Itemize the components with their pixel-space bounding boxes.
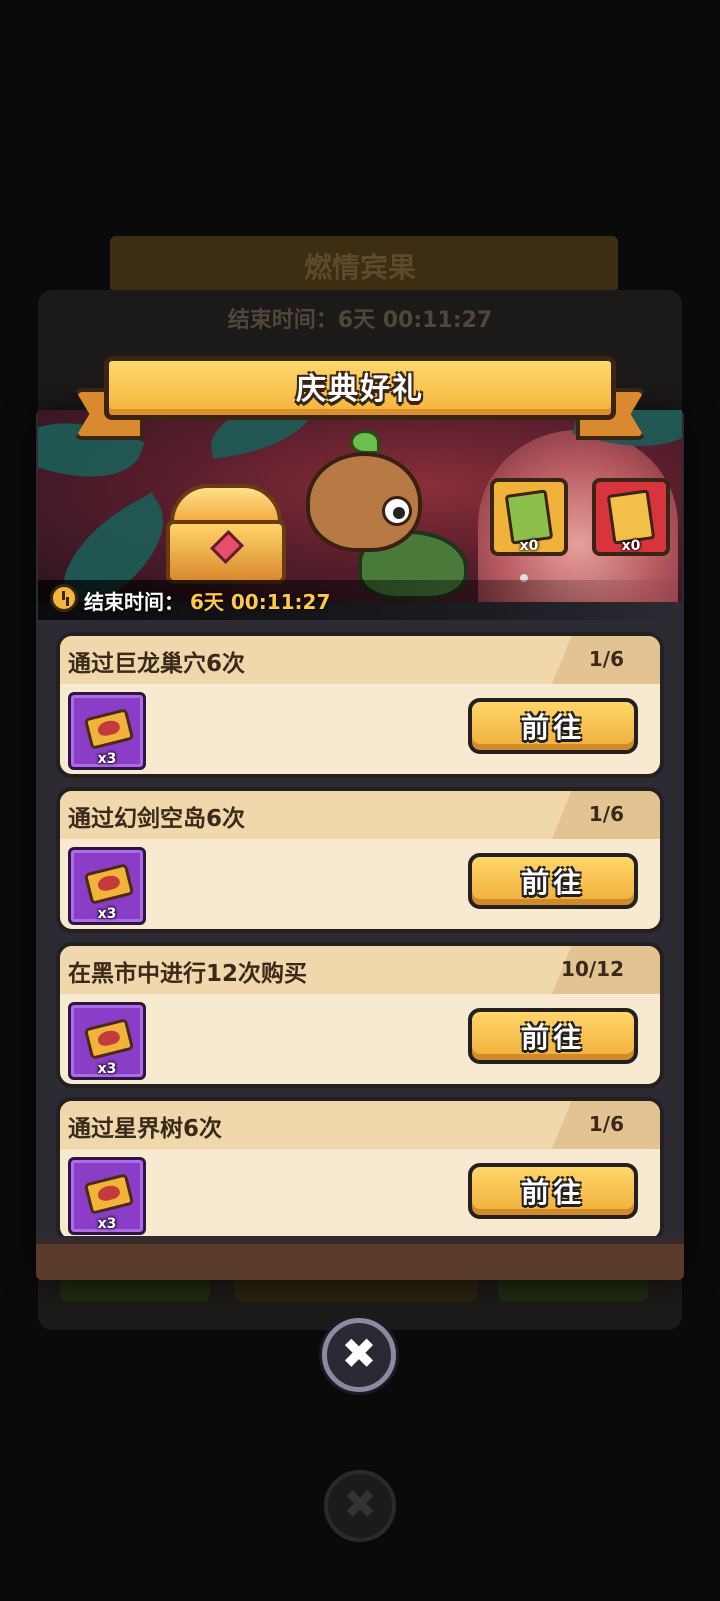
background-title: 燃情宾果 bbox=[303, 251, 416, 284]
stopwatch-icon bbox=[50, 584, 78, 612]
reward-count: x3 bbox=[97, 1216, 117, 1232]
close-icon: ✖ bbox=[341, 1329, 377, 1378]
capybara-mascot bbox=[298, 430, 468, 602]
close-button[interactable]: ✖ bbox=[322, 1318, 396, 1392]
reward-count: x3 bbox=[97, 751, 117, 767]
reward-count: x3 bbox=[97, 1061, 117, 1077]
reward-ticket-icon[interactable]: x3 bbox=[68, 1002, 146, 1080]
go-button[interactable]: 前往 bbox=[468, 853, 638, 909]
task-title: 通过星界树6次 bbox=[68, 1116, 223, 1142]
task-card: 通过星界树6次 1/6 x3 前往 bbox=[56, 1097, 664, 1236]
go-button[interactable]: 前往 bbox=[468, 1163, 638, 1219]
task-title: 在黑市中进行12次购买 bbox=[68, 961, 308, 987]
green-ticket-count: x0 bbox=[519, 538, 539, 554]
gold-ticket-icon[interactable]: x0 bbox=[592, 478, 670, 556]
timer-value: 6天 00:11:27 bbox=[190, 590, 331, 614]
background-timer: 结束时间：6天 00:11:27 bbox=[227, 308, 493, 333]
go-button[interactable]: 前往 bbox=[468, 698, 638, 754]
green-ticket-icon[interactable]: x0 bbox=[490, 478, 568, 556]
task-card: 通过巨龙巢穴6次 1/6 x3 前往 bbox=[56, 632, 664, 778]
task-progress: 1/6 bbox=[588, 647, 624, 671]
treasure-chest-icon bbox=[156, 480, 296, 590]
go-button[interactable]: 前往 bbox=[468, 1008, 638, 1064]
dialog-footer bbox=[36, 1238, 684, 1280]
task-progress: 1/6 bbox=[588, 1112, 624, 1136]
task-card: 在黑市中进行12次购买 10/12 x3 前往 bbox=[56, 942, 664, 1088]
task-progress: 1/6 bbox=[588, 802, 624, 826]
gold-ticket-count: x0 bbox=[621, 538, 641, 554]
reward-count: x3 bbox=[97, 906, 117, 922]
task-title: 通过幻剑空岛6次 bbox=[68, 806, 246, 832]
reward-ticket-icon[interactable]: x3 bbox=[68, 692, 146, 770]
reward-ticket-icon[interactable]: x3 bbox=[68, 1157, 146, 1235]
dialog-title: 庆典好礼 bbox=[296, 372, 424, 407]
task-title: 通过巨龙巢穴6次 bbox=[68, 651, 246, 677]
task-progress: 10/12 bbox=[561, 957, 624, 981]
task-card: 通过幻剑空岛6次 1/6 x3 前往 bbox=[56, 787, 664, 933]
task-list[interactable]: 通过巨龙巢穴6次 1/6 x3 前往 通过幻剑空岛6次 1/6 x3 前往 在黑… bbox=[56, 632, 664, 1236]
reward-ticket-icon[interactable]: x3 bbox=[68, 847, 146, 925]
background-close-icon: ✖ bbox=[324, 1470, 396, 1542]
timer-label: 结束时间： bbox=[84, 590, 184, 614]
